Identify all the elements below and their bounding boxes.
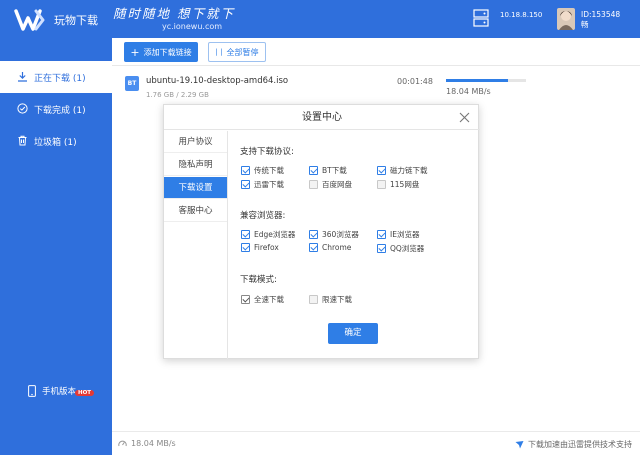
checkbox-box [241, 180, 250, 189]
checkbox-label: Firefox [254, 243, 279, 252]
checkbox-box [241, 295, 250, 304]
download-speed: 18.04 MB/s [446, 87, 491, 96]
speedometer-icon [118, 440, 127, 447]
status-bar: 18.04 MB/s 下载加速由迅雷提供技术支持 [112, 431, 640, 455]
tab-user-agreement[interactable]: 用户协议 [164, 131, 227, 153]
avatar[interactable] [557, 8, 575, 30]
app-title: 玩物下载 [54, 14, 98, 27]
progress-fill [446, 79, 508, 82]
add-download-link-label: 添加下载链接 [143, 47, 192, 57]
tab-download-settings[interactable]: 下载设置 [164, 177, 227, 199]
file-size: 1.76 GB / 2.29 GB [146, 91, 209, 99]
bt-file-icon: BT [125, 76, 139, 91]
checkbox-box [377, 230, 386, 239]
mode-heading: 下载模式: [240, 275, 277, 285]
pause-all-label: 全部暂停 [226, 47, 259, 57]
pause-icon: | | [215, 48, 223, 56]
mobile-version-link[interactable]: 手机版本 [28, 385, 76, 397]
checkbox-box [377, 166, 386, 175]
checkbox-edge[interactable]: Edge浏览器 [241, 229, 295, 240]
checkbox-magnet[interactable]: 磁力链下载 [377, 165, 428, 176]
dialog-title: 设置中心 [164, 105, 480, 130]
checkbox-box [309, 243, 318, 252]
sidebar-item-trash[interactable]: 垃圾箱 (1) [0, 125, 112, 157]
settings-dialog: 设置中心 用户协议 隐私声明 下载设置 客服中心 支持下载协议: 传统下载 BT… [163, 104, 480, 359]
sidebar-item-downloading[interactable]: 正在下载 (1) [0, 61, 112, 93]
checkbox-box [309, 295, 318, 304]
checkbox-box [377, 180, 386, 189]
checkbox-box [309, 166, 318, 175]
checkbox-baidu[interactable]: 百度网盘 [309, 179, 352, 190]
checkbox-label: 全速下载 [254, 295, 284, 304]
browsers-heading: 兼容浏览器: [240, 211, 286, 221]
checkbox-chrome[interactable]: Chrome [309, 243, 351, 252]
add-download-link-button[interactable]: + 添加下载链接 [124, 42, 198, 62]
checkbox-label: 限速下载 [322, 295, 352, 304]
checkbox-bt[interactable]: BT下载 [309, 165, 347, 176]
phone-icon [28, 385, 36, 397]
user-id: ID:153548 [581, 10, 621, 19]
checkbox-ie[interactable]: IE浏览器 [377, 229, 419, 240]
hot-badge: HOT [75, 390, 95, 396]
checkbox-full-speed[interactable]: 全速下载 [241, 294, 284, 305]
close-icon[interactable] [459, 112, 470, 123]
checkbox-qq[interactable]: QQ浏览器 [377, 243, 424, 254]
slogan: 随时随地 想下就下 [113, 6, 235, 21]
checkbox-label: QQ浏览器 [390, 244, 425, 253]
protocols-heading: 支持下载协议: [240, 147, 294, 157]
server-icon[interactable] [473, 9, 489, 27]
sidebar-item-label: 垃圾箱 (1) [34, 138, 77, 148]
checkbox-115[interactable]: 115网盘 [377, 179, 419, 190]
checkbox-box [377, 244, 386, 253]
checkbox-label: 百度网盘 [322, 180, 352, 189]
checkbox-box [241, 230, 250, 239]
total-speed-value: 18.04 MB/s [131, 439, 176, 448]
checkbox-label: IE浏览器 [390, 230, 420, 239]
user-name: 畅 [581, 20, 589, 29]
checkbox-thunder[interactable]: 迅雷下载 [241, 179, 284, 190]
toolbar: + 添加下载链接 | | 全部暂停 [112, 38, 640, 66]
checkbox-label: 115网盘 [390, 180, 420, 189]
checkbox-firefox[interactable]: Firefox [241, 243, 279, 252]
progress-bar [446, 79, 526, 82]
checkbox-box [241, 166, 250, 175]
download-row[interactable]: BT ubuntu-19.10-desktop-amd64.iso 1.76 G… [112, 67, 640, 104]
app-logo-icon [14, 9, 45, 31]
sidebar-item-label: 正在下载 (1) [34, 74, 86, 84]
download-icon [18, 72, 27, 82]
checkbox-label: Edge浏览器 [254, 230, 296, 239]
settings-nav: 用户协议 隐私声明 下载设置 客服中心 [164, 131, 228, 359]
checkbox-box [309, 180, 318, 189]
sidebar-item-completed[interactable]: 下载完成 (1) [0, 93, 112, 125]
bird-icon [515, 441, 524, 449]
tab-privacy[interactable]: 隐私声明 [164, 154, 227, 176]
checkbox-box [241, 243, 250, 252]
plus-icon: + [130, 45, 140, 59]
checkbox-label: 360浏览器 [322, 230, 359, 239]
checkbox-label: Chrome [322, 243, 352, 252]
file-name: ubuntu-19.10-desktop-amd64.iso [146, 76, 289, 86]
acceleration-text: 下载加速由迅雷提供技术支持 [528, 440, 632, 449]
checkbox-label: 迅雷下载 [254, 180, 284, 189]
site-url[interactable]: yc.ionewu.com [162, 22, 222, 31]
checkbox-limited-speed[interactable]: 限速下载 [309, 294, 352, 305]
acceleration-note: 下载加速由迅雷提供技术支持 [515, 439, 632, 450]
pause-all-button[interactable]: | | 全部暂停 [208, 42, 266, 62]
check-circle-icon [17, 103, 28, 114]
total-speed: 18.04 MB/s [118, 439, 176, 448]
title-bar: 玩物下载 随时随地 想下就下 yc.ionewu.com 10.18.8.150… [0, 0, 640, 38]
confirm-button[interactable]: 确定 [328, 323, 378, 344]
sidebar-item-label: 下载完成 (1) [34, 106, 86, 116]
checkbox-box [309, 230, 318, 239]
tab-customer-service[interactable]: 客服中心 [164, 200, 227, 222]
mobile-version-label: 手机版本 [42, 387, 77, 397]
remaining-time: 00:01:48 [397, 77, 433, 86]
checkbox-label: 传统下载 [254, 166, 284, 175]
trash-icon [18, 135, 27, 146]
server-ip: 10.18.8.150 [500, 11, 543, 19]
checkbox-360[interactable]: 360浏览器 [309, 229, 359, 240]
checkbox-traditional[interactable]: 传统下载 [241, 165, 284, 176]
checkbox-label: 磁力链下载 [390, 166, 428, 175]
checkbox-label: BT下载 [322, 166, 347, 175]
